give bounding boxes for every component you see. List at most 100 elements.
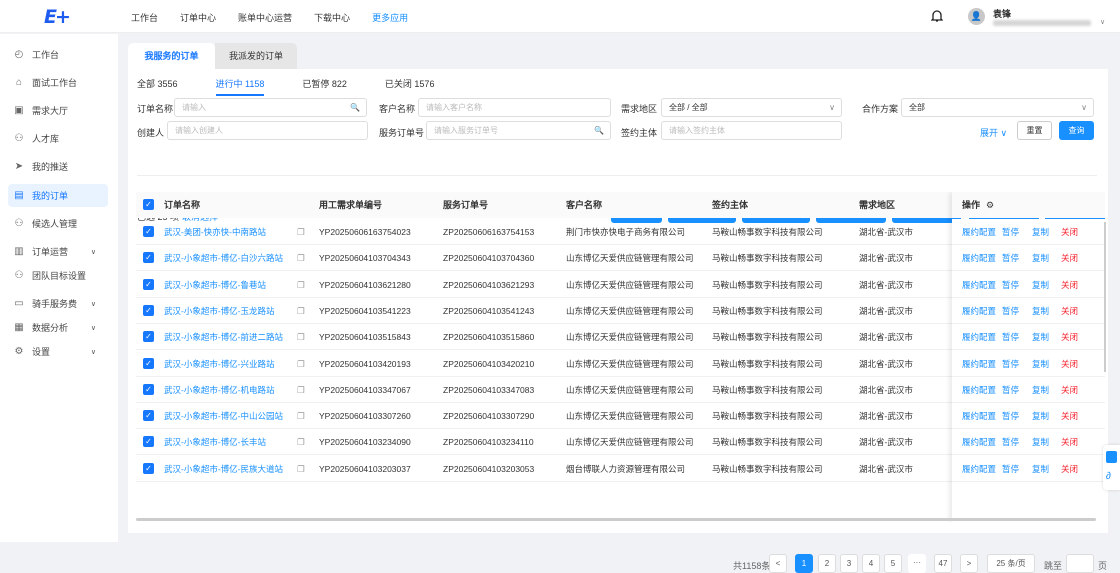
row-action-1[interactable]: 暂停: [1002, 324, 1019, 350]
query-button[interactable]: 查询: [1059, 121, 1094, 140]
row-action-0[interactable]: 履约配置: [962, 351, 996, 377]
row-action-3[interactable]: 关闭: [1061, 351, 1078, 377]
region-select[interactable]: 全部 / 全部 ∨: [661, 98, 842, 117]
row-action-1[interactable]: 暂停: [1002, 245, 1019, 271]
sidebar-item[interactable]: ▥ 订单运营 ∨: [8, 240, 108, 263]
sidebar-item[interactable]: ➤ 我的推送: [8, 155, 108, 178]
service-no-input[interactable]: 请输入服务订单号 🔍: [426, 121, 611, 140]
row-action-0[interactable]: 履约配置: [962, 324, 996, 350]
expand-button[interactable]: 展开 ∨: [980, 126, 1007, 139]
row-action-1[interactable]: 暂停: [1002, 351, 1019, 377]
copy-icon[interactable]: ❐: [297, 298, 305, 324]
order-name-link[interactable]: 武汉-小象超市-博亿-玉龙路站: [164, 298, 275, 324]
assistant-icon[interactable]: [1106, 451, 1117, 463]
status-tab[interactable]: 进行中 1158: [215, 77, 265, 96]
sidebar-item[interactable]: ▤ 我的订单: [8, 184, 108, 207]
row-checkbox[interactable]: ✓: [143, 278, 154, 290]
row-checkbox[interactable]: ✓: [143, 436, 154, 448]
page-button[interactable]: 5: [884, 554, 902, 573]
row-checkbox[interactable]: ✓: [143, 462, 154, 474]
row-checkbox[interactable]: ✓: [143, 410, 154, 422]
sidebar-item[interactable]: ⚙ 设置 ∨: [8, 340, 108, 363]
sidebar-item[interactable]: ◴ 工作台: [8, 43, 108, 66]
select-all-checkbox[interactable]: ✓: [143, 199, 154, 210]
logo[interactable]: E+: [44, 6, 71, 28]
row-checkbox[interactable]: ✓: [143, 331, 154, 343]
sidebar-item[interactable]: ▭ 骑手服务费 ∨: [8, 292, 108, 315]
row-checkbox[interactable]: ✓: [143, 226, 154, 237]
row-checkbox[interactable]: ✓: [143, 357, 154, 369]
vertical-scrollbar[interactable]: [1104, 222, 1106, 372]
row-action-1[interactable]: 暂停: [1002, 219, 1019, 245]
page-size-select[interactable]: 25 条/页: [987, 554, 1035, 573]
row-action-2[interactable]: 复制: [1032, 377, 1049, 403]
row-action-3[interactable]: 关闭: [1061, 245, 1078, 271]
reset-button[interactable]: 重置: [1017, 121, 1052, 140]
row-action-1[interactable]: 暂停: [1002, 298, 1019, 324]
top-nav-item[interactable]: 更多应用: [372, 11, 408, 24]
gear-icon[interactable]: ⚙: [986, 192, 994, 218]
copy-icon[interactable]: ❐: [297, 324, 305, 350]
order-name-input[interactable]: 请输入 🔍: [174, 98, 367, 117]
next-page-button[interactable]: >: [960, 554, 978, 573]
tab-my-dispatched-orders[interactable]: 我派发的订单: [215, 43, 297, 69]
top-nav-item[interactable]: 工作台: [131, 11, 158, 24]
sidebar-item[interactable]: ⚇ 人才库: [8, 127, 108, 150]
order-name-link[interactable]: 武汉-小象超市-博亿-兴业路站: [164, 351, 275, 377]
sidebar-item[interactable]: ⚇ 候选人管理: [8, 212, 108, 235]
order-name-link[interactable]: 武汉-小象超市-博亿-民族大道站: [164, 456, 283, 482]
copy-icon[interactable]: ❐: [297, 429, 305, 455]
row-action-0[interactable]: 履约配置: [962, 403, 996, 429]
order-name-link[interactable]: 武汉-小象超市-博亿-白沙六路站: [164, 245, 283, 271]
row-action-3[interactable]: 关闭: [1061, 403, 1078, 429]
status-tab[interactable]: 已暂停 822: [302, 77, 347, 96]
horizontal-scrollbar[interactable]: [136, 518, 1096, 521]
row-action-2[interactable]: 复制: [1032, 324, 1049, 350]
copy-icon[interactable]: ❐: [297, 456, 305, 482]
top-nav-item[interactable]: 下载中心: [314, 11, 350, 24]
top-nav-item[interactable]: 账单中心运营: [238, 11, 292, 24]
bell-icon[interactable]: [931, 9, 943, 23]
row-action-0[interactable]: 履约配置: [962, 219, 996, 245]
row-action-0[interactable]: 履约配置: [962, 245, 996, 271]
row-action-1[interactable]: 暂停: [1002, 429, 1019, 455]
row-checkbox[interactable]: ✓: [143, 304, 154, 316]
order-name-link[interactable]: 武汉-小象超市-博亿-前进二路站: [164, 324, 283, 350]
row-action-0[interactable]: 履约配置: [962, 298, 996, 324]
avatar[interactable]: 👤: [968, 8, 985, 25]
row-action-1[interactable]: 暂停: [1002, 377, 1019, 403]
order-name-link[interactable]: 武汉-小象超市-博亿-中山公园站: [164, 403, 283, 429]
copy-icon[interactable]: ❐: [297, 351, 305, 377]
status-tab[interactable]: 全部 3556: [137, 77, 178, 96]
row-action-0[interactable]: 履约配置: [962, 272, 996, 298]
row-checkbox[interactable]: ✓: [143, 383, 154, 395]
order-name-link[interactable]: 武汉-小象超市-博亿-长丰站: [164, 429, 266, 455]
copy-icon[interactable]: ❐: [297, 219, 305, 245]
row-checkbox[interactable]: ✓: [143, 252, 154, 264]
row-action-3[interactable]: 关闭: [1061, 219, 1078, 245]
row-action-2[interactable]: 复制: [1032, 403, 1049, 429]
row-action-2[interactable]: 复制: [1032, 429, 1049, 455]
page-button[interactable]: 4: [862, 554, 880, 573]
entity-input[interactable]: 请输入签约主体: [661, 121, 842, 140]
row-action-2[interactable]: 复制: [1032, 351, 1049, 377]
row-action-2[interactable]: 复制: [1032, 219, 1049, 245]
copy-icon[interactable]: ❐: [297, 272, 305, 298]
top-nav-item[interactable]: 订单中心: [180, 11, 216, 24]
copy-icon[interactable]: ❐: [297, 403, 305, 429]
prev-page-button[interactable]: <: [769, 554, 787, 573]
row-action-3[interactable]: 关闭: [1061, 429, 1078, 455]
row-action-0[interactable]: 履约配置: [962, 429, 996, 455]
order-name-link[interactable]: 武汉-美团-快亦快-中南路站: [164, 219, 266, 245]
page-button[interactable]: 1: [795, 554, 813, 573]
row-action-3[interactable]: 关闭: [1061, 377, 1078, 403]
jump-input[interactable]: [1066, 554, 1094, 573]
row-action-2[interactable]: 复制: [1032, 298, 1049, 324]
page-button[interactable]: 47: [934, 554, 952, 573]
row-action-2[interactable]: 复制: [1032, 272, 1049, 298]
copy-icon[interactable]: ❐: [297, 377, 305, 403]
status-tab[interactable]: 已关闭 1576: [385, 77, 435, 96]
row-action-3[interactable]: 关闭: [1061, 298, 1078, 324]
page-button[interactable]: ···: [908, 554, 926, 573]
order-name-link[interactable]: 武汉-小象超市-博亿-机电路站: [164, 377, 275, 403]
